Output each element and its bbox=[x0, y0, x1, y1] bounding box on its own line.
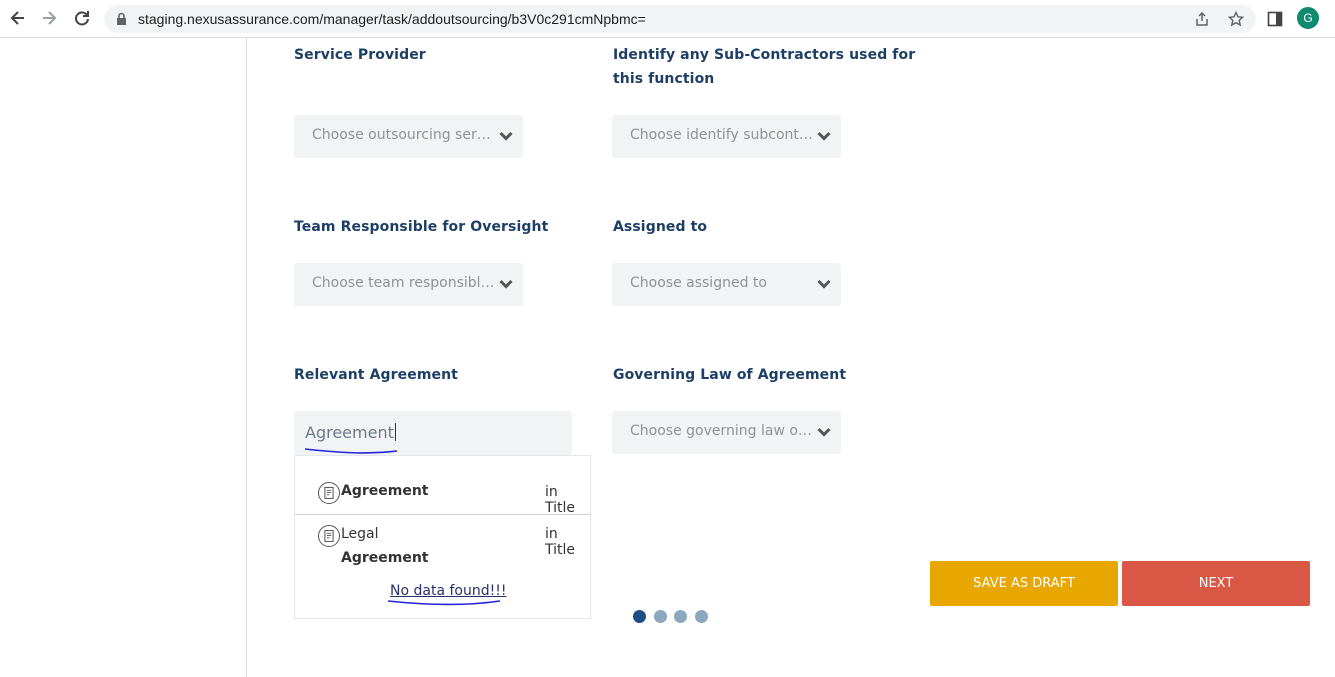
annotation-underline bbox=[387, 600, 501, 606]
agreement-search-results: Agreement in Title Legal Agreement in Tit… bbox=[294, 455, 591, 619]
chevron-down-icon bbox=[817, 279, 831, 289]
search-result-item[interactable]: Agreement in Title bbox=[295, 456, 592, 516]
step-dot[interactable] bbox=[633, 610, 646, 623]
team-oversight-label: Team Responsible for Oversight bbox=[294, 219, 549, 235]
team-oversight-select[interactable]: Choose team responsible f... bbox=[294, 263, 523, 306]
subcontractors-placeholder: Choose identify subcontrac... bbox=[630, 127, 814, 143]
assigned-to-placeholder: Choose assigned to bbox=[630, 275, 767, 291]
service-provider-select[interactable]: Choose outsourcing service... bbox=[294, 115, 523, 158]
step-dot[interactable] bbox=[653, 610, 667, 623]
star-icon[interactable] bbox=[1228, 11, 1244, 27]
assigned-to-select[interactable]: Choose assigned to bbox=[612, 263, 841, 306]
next-button[interactable]: NEXT bbox=[1122, 561, 1310, 606]
no-data-message: No data found!!! bbox=[390, 583, 507, 599]
search-result-title: Legal Agreement bbox=[341, 526, 429, 566]
service-provider-placeholder: Choose outsourcing service... bbox=[312, 127, 496, 143]
step-dot[interactable] bbox=[674, 610, 687, 623]
browser-toolbar: staging.nexusassurance.com/manager/task/… bbox=[0, 0, 1335, 38]
subcontractors-label: Identify any Sub-Contractors used for th… bbox=[613, 43, 915, 91]
search-result-scope: in Title bbox=[545, 484, 576, 516]
address-bar[interactable]: staging.nexusassurance.com/manager/task/… bbox=[104, 5, 1256, 33]
chevron-down-icon bbox=[499, 279, 513, 289]
reload-icon[interactable] bbox=[72, 8, 92, 28]
chevron-down-icon bbox=[499, 131, 513, 141]
lock-icon bbox=[117, 12, 126, 25]
subcontractors-label-line1: Identify any Sub-Contractors used for bbox=[613, 47, 916, 63]
team-oversight-placeholder: Choose team responsible f... bbox=[312, 275, 496, 291]
search-result-title: Agreement bbox=[341, 483, 429, 499]
sidebar-divider bbox=[246, 38, 247, 677]
profile-avatar[interactable]: G bbox=[1297, 7, 1319, 29]
share-icon[interactable] bbox=[1194, 11, 1210, 27]
url-text: staging.nexusassurance.com/manager/task/… bbox=[138, 11, 646, 27]
search-result-item[interactable]: Legal Agreement in Title bbox=[295, 515, 592, 577]
governing-law-select[interactable]: Choose governing law of ag... bbox=[612, 411, 841, 454]
document-icon bbox=[318, 525, 340, 547]
subcontractors-label-line2: this function bbox=[613, 71, 715, 87]
relevant-agreement-value: Agreement bbox=[305, 423, 396, 442]
subcontractors-select[interactable]: Choose identify subcontrac... bbox=[612, 115, 841, 158]
chevron-down-icon bbox=[817, 131, 831, 141]
side-panel-icon[interactable] bbox=[1267, 11, 1283, 27]
governing-law-placeholder: Choose governing law of ag... bbox=[630, 423, 814, 439]
document-icon bbox=[318, 482, 340, 504]
chevron-down-icon bbox=[817, 427, 831, 437]
governing-law-label: Governing Law of Agreement bbox=[613, 367, 847, 383]
assigned-to-label: Assigned to bbox=[613, 219, 708, 235]
save-as-draft-button[interactable]: SAVE AS DRAFT bbox=[930, 561, 1118, 606]
service-provider-label: Service Provider bbox=[294, 47, 426, 63]
search-result-scope: in Title bbox=[545, 526, 576, 558]
relevant-agreement-label: Relevant Agreement bbox=[294, 367, 458, 383]
back-icon[interactable] bbox=[8, 8, 28, 28]
forward-icon[interactable] bbox=[39, 8, 59, 28]
step-dot[interactable] bbox=[694, 610, 708, 623]
